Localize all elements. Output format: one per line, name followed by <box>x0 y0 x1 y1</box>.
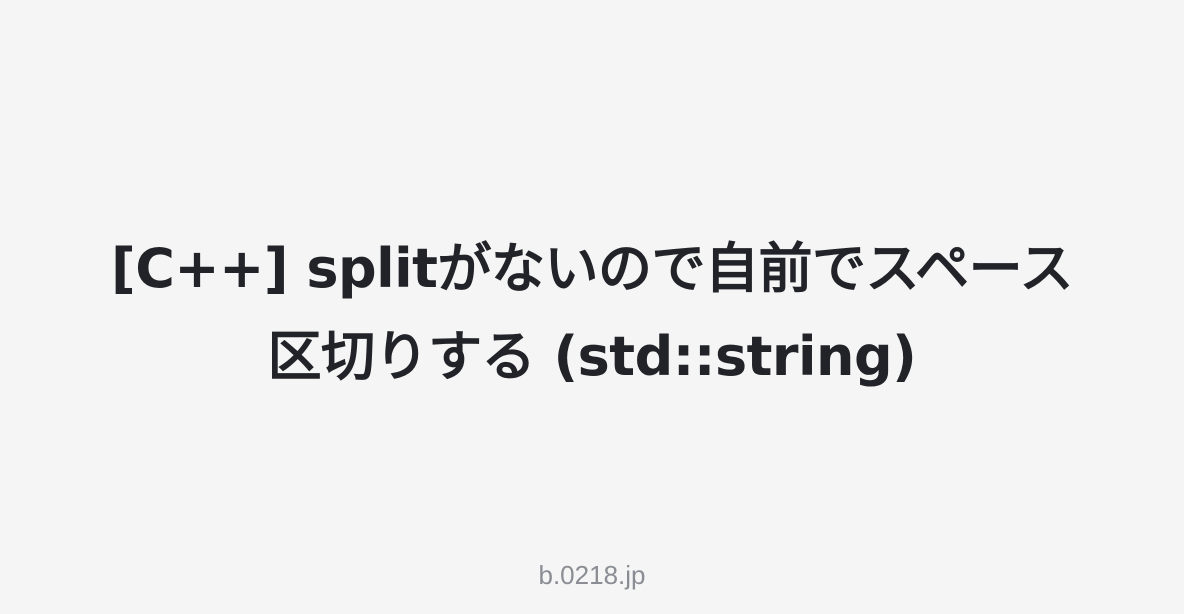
site-domain: b.0218.jp <box>538 560 646 590</box>
og-card: [C++] splitがないので自前でスペース区切りする (std::strin… <box>0 0 1184 614</box>
title-container: [C++] splitがないので自前でスペース区切りする (std::strin… <box>92 225 1092 400</box>
article-title: [C++] splitがないので自前でスペース区切りする (std::strin… <box>111 236 1073 388</box>
